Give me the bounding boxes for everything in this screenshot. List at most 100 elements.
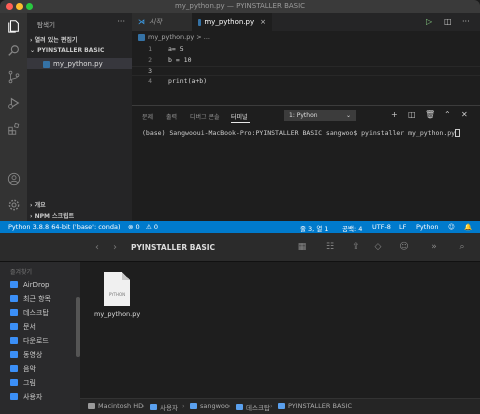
sidebar-item-airdrop[interactable]: AirDrop — [10, 279, 49, 290]
code-line[interactable]: 2 b = 10 — [132, 56, 480, 66]
npm-scripts-section[interactable]: › NPM 스크립트 — [30, 211, 74, 220]
errors-count[interactable]: ⊗ 0 — [128, 223, 140, 231]
back-chevron-icon[interactable]: ‹ — [95, 242, 99, 253]
share-icon[interactable]: ⇪ — [350, 242, 362, 253]
sidebar-item-downloads[interactable]: 다운로드 — [10, 335, 49, 346]
code-text: a= 5 — [168, 45, 184, 53]
terminal-select-value: 1: Python — [289, 112, 318, 119]
finder-window-title: PYINSTALLER BASIC — [131, 243, 216, 252]
group-icon[interactable]: ☷ — [324, 242, 336, 253]
indentation-status[interactable]: 공백: 4 — [342, 223, 362, 233]
tab-problems[interactable]: 문제 — [142, 112, 153, 121]
line-number: 3 — [148, 67, 152, 75]
path-item-pyinstaller-basic[interactable]: PYINSTALLER BASIC — [278, 402, 352, 410]
path-item-macintosh-hd[interactable]: Macintosh HD — [88, 402, 143, 410]
account-icon[interactable] — [6, 171, 21, 186]
home-icon — [10, 393, 18, 400]
sidebar-item-documents[interactable]: 문서 — [10, 321, 36, 332]
code-line[interactable]: 4 print(a+b) — [132, 77, 480, 87]
vscode-window: my_python.py — PYINSTALLER BASIC 탐색기 ···… — [0, 0, 480, 233]
home-icon — [190, 403, 197, 409]
airdrop-icon — [10, 281, 18, 288]
tab-my-python[interactable]: my_python.py × — [192, 13, 272, 31]
finder-sidebar: 즐겨찾기 AirDrop 최근 항목 데스크탑 문서 다운로드 동영상 음악 그… — [0, 262, 80, 414]
explorer-file-item[interactable]: my_python.py — [27, 58, 132, 69]
maximize-panel-icon[interactable]: ⌃ — [444, 110, 451, 119]
python-file-icon[interactable]: PYTHON — [104, 272, 130, 306]
breadcrumb-label: my_python.py > ... — [148, 33, 210, 41]
sidebar-item-home[interactable]: 사용자 — [10, 391, 42, 402]
feedback-icon[interactable]: ☺ — [448, 223, 455, 231]
tab-output[interactable]: 출력 — [166, 112, 177, 121]
picture-icon — [10, 379, 18, 386]
terminal-select[interactable]: 1: Python ⌄ — [284, 110, 356, 121]
close-tab-icon[interactable]: × — [260, 18, 266, 26]
terminal-output[interactable]: (base) Sangwooui-MacBook-Pro:PYINSTALLER… — [142, 129, 461, 137]
breadcrumb[interactable]: my_python.py > ... — [138, 33, 210, 41]
settings-gear-icon[interactable] — [6, 197, 21, 212]
open-editors-label: 열려 있는 편집기 — [34, 37, 78, 44]
folder-label: PYINSTALLER BASIC — [37, 47, 105, 54]
close-panel-icon[interactable]: ✕ — [461, 110, 468, 119]
split-terminal-icon[interactable]: ◫ — [408, 110, 416, 119]
editor-area: ⋊ 시작 my_python.py × ▷ ◫ ··· my_python.py… — [132, 13, 480, 221]
path-separator: › — [228, 402, 231, 410]
tab-welcome[interactable]: ⋊ 시작 — [132, 13, 192, 31]
sidebar-item-label: 문서 — [23, 322, 36, 331]
warnings-count[interactable]: ⚠ 0 — [146, 223, 158, 231]
notifications-bell-icon[interactable]: 🔔 — [464, 223, 472, 231]
run-file-icon[interactable]: ▷ — [426, 17, 432, 26]
sidebar-item-movies[interactable]: 동영상 — [10, 349, 42, 360]
extensions-icon[interactable] — [6, 121, 21, 136]
search-icon[interactable]: ⌕ — [456, 242, 468, 253]
outline-section[interactable]: › 개요 — [30, 200, 46, 209]
encoding-status[interactable]: UTF-8 — [372, 223, 391, 231]
explorer-icon[interactable] — [6, 18, 21, 33]
forward-chevron-icon[interactable]: › — [113, 242, 117, 253]
run-debug-icon[interactable] — [6, 95, 21, 110]
path-item-sangwoo[interactable]: sangwoo — [190, 402, 229, 410]
line-number: 2 — [148, 56, 152, 64]
sidebar-item-pictures[interactable]: 그림 — [10, 377, 36, 388]
eol-status[interactable]: LF — [399, 223, 406, 231]
editor-more-icon[interactable]: ··· — [462, 17, 470, 26]
language-status[interactable]: Python — [416, 223, 439, 231]
more-chevron-icon[interactable]: » — [428, 242, 440, 253]
sidebar-item-recents[interactable]: 최근 항목 — [10, 293, 51, 304]
cursor-position[interactable]: 줄 3, 열 1 — [300, 223, 329, 233]
source-control-icon[interactable] — [6, 69, 21, 84]
sidebar-item-music[interactable]: 음악 — [10, 363, 36, 374]
vscode-logo-icon: ⋊ — [138, 18, 145, 26]
active-tab-indicator — [231, 122, 250, 123]
add-terminal-icon[interactable]: + — [391, 110, 398, 119]
window-title: my_python.py — PYINSTALLER BASIC — [174, 2, 306, 10]
sidebar-item-label: 데스크탑 — [23, 308, 49, 317]
sidebar-item-label: 사용자 — [23, 392, 43, 401]
python-interpreter-status[interactable]: Python 3.8.8 64-bit ('base': conda) — [8, 223, 121, 231]
folder-section[interactable]: ⌄ PYINSTALLER BASIC — [30, 47, 104, 54]
sidebar-item-desktop[interactable]: 데스크탑 — [10, 307, 49, 318]
code-line[interactable]: 1 a= 5 — [132, 45, 480, 55]
sidebar-item-label: 다운로드 — [23, 336, 49, 345]
search-icon[interactable] — [6, 43, 21, 58]
action-icon[interactable]: ☺ — [398, 242, 410, 253]
film-icon — [10, 351, 18, 358]
trash-icon[interactable]: 🗑 — [425, 110, 435, 119]
path-item-users[interactable]: 사용자 — [150, 402, 178, 412]
tab-terminal[interactable]: 터미널 — [231, 112, 248, 121]
code-line-current[interactable]: 3 — [132, 66, 480, 76]
tag-icon[interactable]: ◇ — [372, 242, 384, 253]
file-name-label[interactable]: my_python.py — [94, 310, 140, 318]
bottom-panel: 문제 출력 디버그 콘솔 터미널 1: Python ⌄ + ◫ 🗑 ⌃ ✕ (… — [132, 105, 480, 221]
icon-view-icon[interactable]: ▦ — [296, 242, 308, 253]
split-editor-icon[interactable]: ◫ — [444, 17, 452, 26]
tab-active-label: my_python.py — [204, 18, 255, 26]
open-editors-section[interactable]: › 열려 있는 편집기 — [30, 35, 77, 44]
more-actions-icon[interactable]: ··· — [117, 17, 125, 26]
finder-window: ‹ › PYINSTALLER BASIC ▦ ☷ ⇪ ◇ ☺ » ⌕ 즐겨찾기… — [0, 233, 480, 414]
path-bar: Macintosh HD › 사용자 › sangwoo › 데스크탑 › PY… — [80, 398, 480, 414]
path-item-desktop[interactable]: 데스크탑 — [236, 402, 270, 412]
tab-debug-console[interactable]: 디버그 콘솔 — [190, 112, 220, 121]
python-file-icon — [198, 18, 202, 26]
sidebar-item-label: AirDrop — [23, 280, 50, 289]
